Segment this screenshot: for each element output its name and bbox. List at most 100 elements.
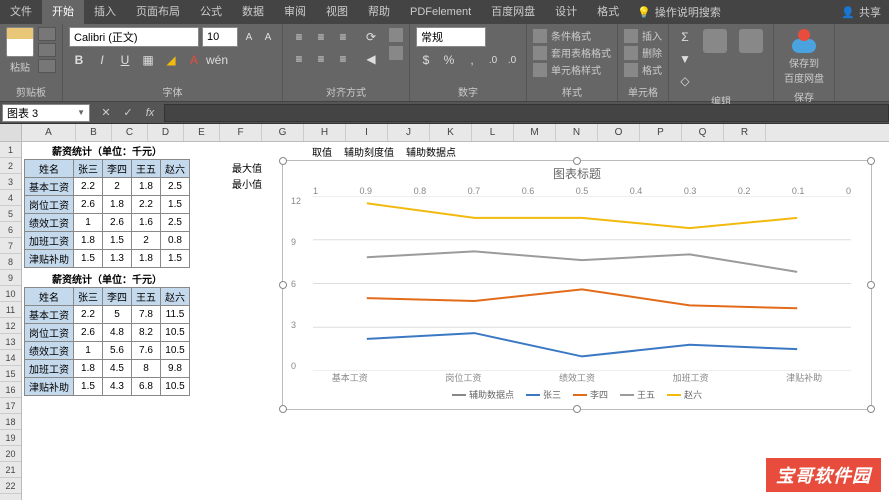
legend-item[interactable]: 赵六: [667, 388, 702, 401]
legend-item[interactable]: 张三: [526, 388, 561, 401]
fx-button[interactable]: fx: [140, 104, 160, 122]
format-painter-button[interactable]: [38, 59, 56, 73]
tab-view[interactable]: 视图: [316, 0, 358, 24]
autosum-button[interactable]: Σ: [675, 27, 695, 47]
tab-page-layout[interactable]: 页面布局: [126, 0, 190, 24]
tab-insert[interactable]: 插入: [84, 0, 126, 24]
col-header-E[interactable]: E: [184, 124, 220, 141]
decrease-font-button[interactable]: A: [260, 29, 276, 45]
chart-handle-e[interactable]: [867, 281, 875, 289]
merge-button[interactable]: [389, 45, 403, 61]
chart-handle-nw[interactable]: [279, 157, 287, 165]
row-header-21[interactable]: 21: [0, 462, 21, 478]
col-header-P[interactable]: P: [640, 124, 682, 141]
col-header-L[interactable]: L: [472, 124, 514, 141]
row-header-15[interactable]: 15: [0, 366, 21, 382]
col-header-R[interactable]: R: [724, 124, 766, 141]
tab-data[interactable]: 数据: [232, 0, 274, 24]
increase-font-button[interactable]: A: [241, 29, 257, 45]
bold-button[interactable]: B: [69, 50, 89, 70]
tab-pdfelement[interactable]: PDFelement: [400, 0, 481, 24]
save-baidu-button[interactable]: 保存到 百度网盘: [780, 27, 828, 87]
row-header-5[interactable]: 5: [0, 206, 21, 222]
clear-button[interactable]: ◇: [675, 71, 695, 91]
align-top-button[interactable]: ≡: [289, 27, 309, 47]
col-header-F[interactable]: F: [220, 124, 262, 141]
insert-cells-button[interactable]: 插入: [624, 27, 662, 44]
font-color-button[interactable]: A: [184, 50, 204, 70]
col-header-B[interactable]: B: [76, 124, 112, 141]
tab-file[interactable]: 文件: [0, 0, 42, 24]
row-header-12[interactable]: 12: [0, 318, 21, 334]
row-header-22[interactable]: 22: [0, 478, 21, 494]
enter-formula-button[interactable]: ✓: [118, 104, 138, 122]
row-header-7[interactable]: 7: [0, 238, 21, 254]
tab-review[interactable]: 审阅: [274, 0, 316, 24]
row-header-4[interactable]: 4: [0, 190, 21, 206]
indent-decrease-button[interactable]: ◀: [361, 49, 381, 69]
font-size-select[interactable]: [202, 27, 238, 47]
chart-handle-ne[interactable]: [867, 157, 875, 165]
legend-item[interactable]: 辅助数据点: [452, 388, 514, 401]
paste-button[interactable]: 粘贴: [6, 27, 34, 74]
name-box[interactable]: 图表 3 ▼: [2, 104, 90, 122]
formula-input[interactable]: [164, 104, 889, 122]
align-center-button[interactable]: ≡: [311, 49, 331, 69]
percent-button[interactable]: %: [439, 50, 459, 70]
wrap-text-button[interactable]: [389, 27, 403, 43]
row-header-9[interactable]: 9: [0, 270, 21, 286]
col-header-G[interactable]: G: [262, 124, 304, 141]
fill-button[interactable]: ▼: [675, 49, 695, 69]
currency-button[interactable]: $: [416, 50, 436, 70]
row-header-13[interactable]: 13: [0, 334, 21, 350]
align-middle-button[interactable]: ≡: [311, 27, 331, 47]
conditional-format-button[interactable]: 条件格式: [533, 27, 611, 44]
phonetic-button[interactable]: wén: [207, 50, 227, 70]
legend-item[interactable]: 李四: [573, 388, 608, 401]
format-as-table-button[interactable]: 套用表格格式: [533, 44, 611, 61]
row-header-6[interactable]: 6: [0, 222, 21, 238]
tab-help[interactable]: 帮助: [358, 0, 400, 24]
find-select-button[interactable]: [735, 27, 767, 55]
tab-formulas[interactable]: 公式: [190, 0, 232, 24]
col-header-H[interactable]: H: [304, 124, 346, 141]
format-cells-button[interactable]: 格式: [624, 61, 662, 78]
underline-button[interactable]: U: [115, 50, 135, 70]
chart-handle-sw[interactable]: [279, 405, 287, 413]
col-header-N[interactable]: N: [556, 124, 598, 141]
row-header-20[interactable]: 20: [0, 446, 21, 462]
cancel-formula-button[interactable]: ✕: [96, 104, 116, 122]
number-format-select[interactable]: [416, 27, 486, 47]
row-header-8[interactable]: 8: [0, 254, 21, 270]
align-bottom-button[interactable]: ≡: [333, 27, 353, 47]
row-header-1[interactable]: 1: [0, 142, 21, 158]
row-header-10[interactable]: 10: [0, 286, 21, 302]
chart-legend[interactable]: 辅助数据点张三李四王五赵六: [283, 384, 871, 405]
increase-decimal-button[interactable]: .0: [485, 52, 501, 68]
sort-filter-button[interactable]: [699, 27, 731, 55]
row-header-16[interactable]: 16: [0, 382, 21, 398]
col-header-M[interactable]: M: [514, 124, 556, 141]
col-header-K[interactable]: K: [430, 124, 472, 141]
cell-styles-button[interactable]: 单元格样式: [533, 61, 611, 78]
row-header-2[interactable]: 2: [0, 158, 21, 174]
orientation-button[interactable]: ⟳: [361, 27, 381, 47]
row-header-19[interactable]: 19: [0, 430, 21, 446]
chart-handle-n[interactable]: [573, 157, 581, 165]
tab-home[interactable]: 开始: [42, 0, 84, 24]
tab-format[interactable]: 格式: [587, 0, 629, 24]
fill-color-button[interactable]: ◢: [161, 50, 181, 70]
tab-baidu[interactable]: 百度网盘: [481, 0, 545, 24]
share-button[interactable]: 👤 共享: [833, 4, 889, 20]
col-header-A[interactable]: A: [22, 124, 76, 141]
legend-item[interactable]: 王五: [620, 388, 655, 401]
chart-plot-area[interactable]: 036912: [313, 196, 851, 371]
chart-handle-s[interactable]: [573, 405, 581, 413]
chart-object[interactable]: 图表标题 10.90.80.70.60.50.40.30.20.10 03691…: [282, 160, 872, 410]
tab-design[interactable]: 设计: [545, 0, 587, 24]
cells-area[interactable]: 薪资统计（单位：千元） 姓名张三李四王五赵六 基本工资2.221.82.5岗位工…: [22, 142, 889, 500]
align-left-button[interactable]: ≡: [289, 49, 309, 69]
copy-button[interactable]: [38, 43, 56, 57]
row-header-14[interactable]: 14: [0, 350, 21, 366]
row-header-17[interactable]: 17: [0, 398, 21, 414]
